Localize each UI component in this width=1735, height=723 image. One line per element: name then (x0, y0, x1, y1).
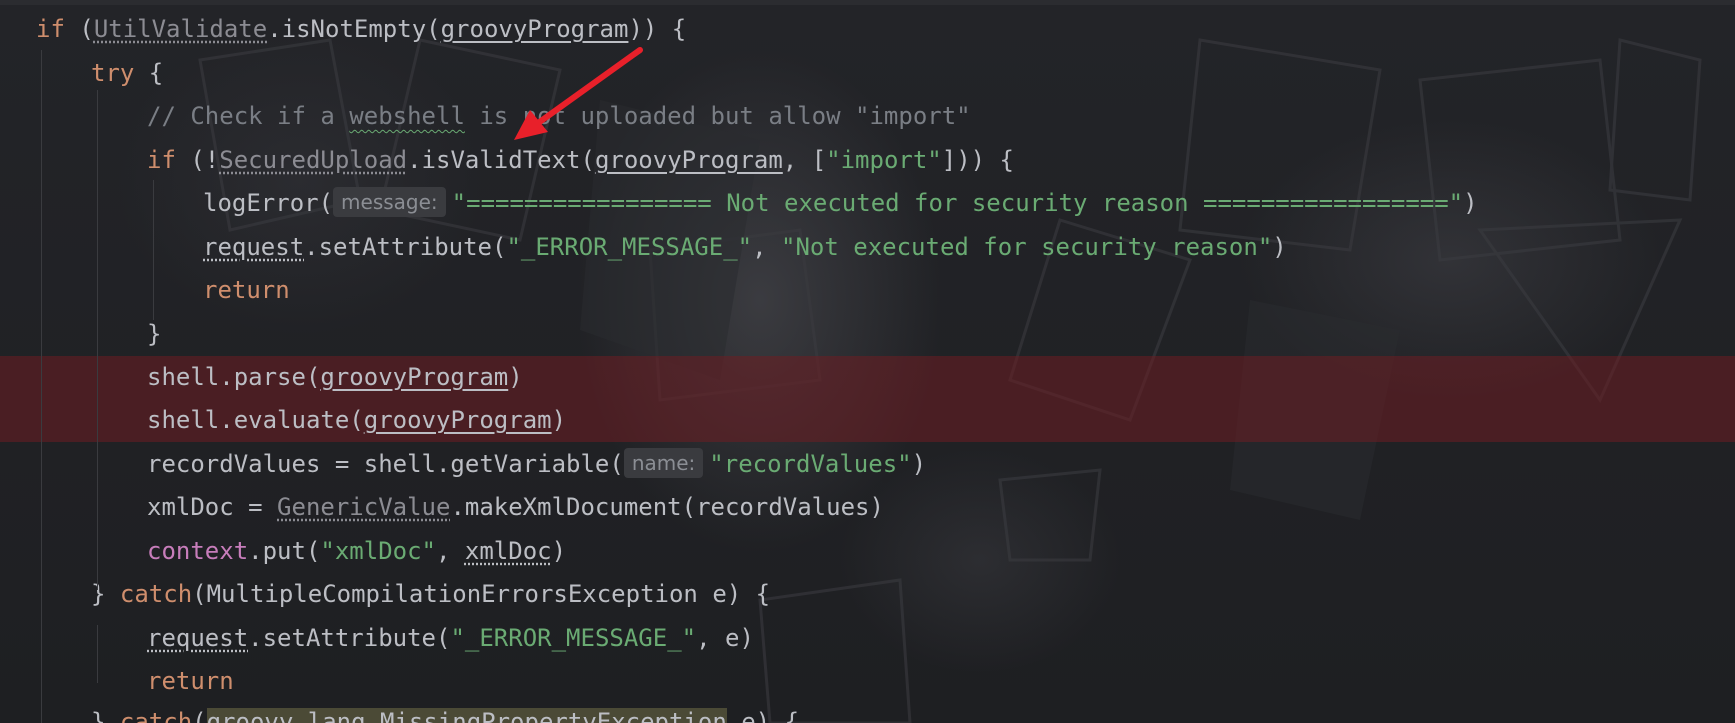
red-arrow-icon (514, 47, 643, 140)
